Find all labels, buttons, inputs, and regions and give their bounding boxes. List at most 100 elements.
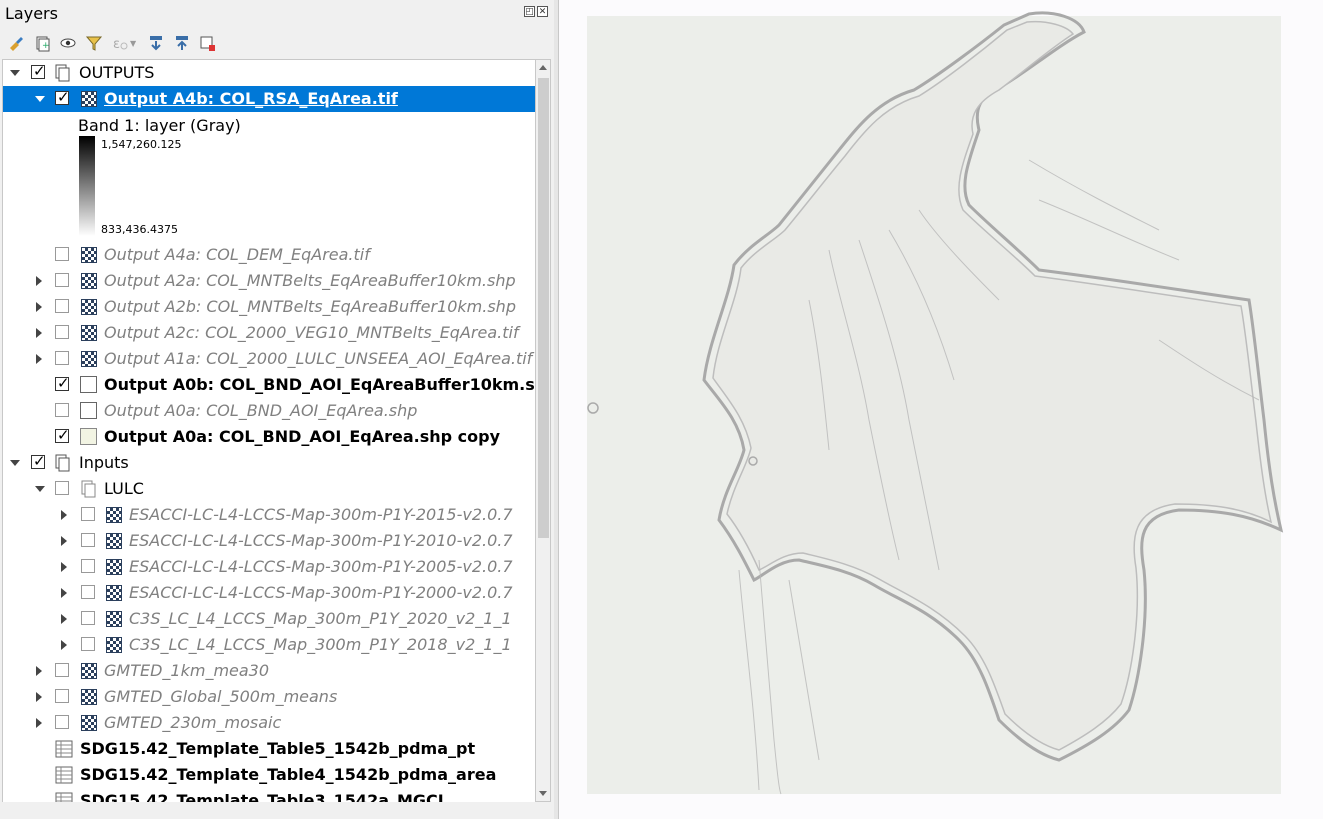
layer-checkbox[interactable] [81,611,95,625]
expand-all-icon[interactable] [146,33,166,53]
group-lulc[interactable]: LULC [3,476,535,502]
scroll-thumb[interactable] [538,78,549,538]
layer-checkbox[interactable] [55,403,69,417]
layer-row[interactable]: Output A2c: COL_2000_VEG10_MNTBelts_EqAr… [3,320,535,346]
layer-checkbox[interactable]: ✓ [55,374,70,392]
group-label: Inputs [79,453,129,472]
layer-checkbox[interactable] [55,325,69,339]
layer-checkbox[interactable] [81,585,95,599]
layer-checkbox[interactable] [55,481,69,495]
layer-label: Output A2b: COL_MNTBelts_EqAreaBuffer10k… [104,297,516,316]
layer-label: GMTED_Global_500m_means [104,687,338,706]
eye-icon[interactable] [58,33,78,53]
layer-row[interactable]: ESACCI-LC-L4-LCCS-Map-300m-P1Y-2015-v2.0… [3,502,535,528]
collapse-arrow-icon[interactable] [35,96,45,102]
add-group-icon[interactable]: + [32,33,52,53]
layer-checkbox[interactable]: ✓ [55,88,70,106]
remove-layer-icon[interactable] [198,33,218,53]
scroll-up-icon[interactable] [539,65,547,70]
layer-row[interactable]: GMTED_Global_500m_means [3,684,535,710]
filter-icon[interactable] [84,33,104,53]
expand-arrow-icon[interactable] [61,536,67,546]
expand-arrow-icon[interactable] [61,562,67,572]
map-rendering [587,11,1284,795]
layer-row[interactable]: C3S_LC_L4_LCCS_Map_300m_P1Y_2020_v2_1_1 [3,606,535,632]
collapse-arrow-icon[interactable] [35,486,45,492]
expand-arrow-icon[interactable] [36,718,42,728]
expand-arrow-icon[interactable] [36,302,42,312]
layer-row[interactable]: ESACCI-LC-L4-LCCS-Map-300m-P1Y-2000-v2.0… [3,580,535,606]
layer-checkbox[interactable]: ✓ [55,426,70,444]
raster-layer-icon [106,611,122,627]
layer-row[interactable]: C3S_LC_L4_LCCS_Map_300m_P1Y_2018_v2_1_1 [3,632,535,658]
collapse-arrow-icon[interactable] [10,70,20,76]
layer-checkbox[interactable]: ✓ [31,452,46,470]
chevron-down-icon[interactable]: ▼ [130,39,140,48]
expand-arrow-icon[interactable] [61,640,67,650]
layer-checkbox[interactable] [55,273,69,287]
layer-checkbox[interactable] [81,533,95,547]
group-outputs[interactable]: ✓ OUTPUTS [3,60,535,86]
layer-row[interactable]: GMTED_1km_mea30 [3,658,535,684]
scroll-down-icon[interactable] [539,791,547,796]
expand-arrow-icon[interactable] [36,276,42,286]
layer-row[interactable]: ESACCI-LC-L4-LCCS-Map-300m-P1Y-2005-v2.0… [3,554,535,580]
expand-arrow-icon[interactable] [36,692,42,702]
table-icon [55,740,73,758]
expand-arrow-icon[interactable] [36,354,42,364]
vertical-scrollbar[interactable] [535,59,551,802]
collapse-arrow-icon[interactable] [10,460,20,466]
layer-checkbox[interactable] [81,559,95,573]
expand-arrow-icon[interactable] [36,666,42,676]
layer-checkbox[interactable] [55,689,69,703]
float-icon[interactable]: ◰ [524,6,535,17]
layer-row[interactable]: GMTED_230m_mosaic [3,710,535,736]
close-icon[interactable]: ✕ [537,6,548,17]
expression-filter-icon[interactable]: ε [110,33,130,53]
layer-row[interactable]: Output A1a: COL_2000_LULC_UNSEEA_AOI_EqA… [3,346,535,372]
layer-row[interactable]: ESACCI-LC-L4-LCCS-Map-300m-P1Y-2010-v2.0… [3,528,535,554]
gray-color-ramp [79,136,95,236]
style-paint-icon[interactable] [6,33,26,53]
table-layer-row[interactable]: SDG15.42_Template_Table4_1542b_pdma_area [3,762,535,788]
expand-arrow-icon[interactable] [61,614,67,624]
vector-layer-icon [81,273,97,289]
expand-arrow-icon[interactable] [36,328,42,338]
layer-checkbox[interactable] [81,637,95,651]
table-layer-row[interactable]: SDG15.42_Template_Table5_1542b_pdma_pt [3,736,535,762]
layer-row[interactable]: Output A2b: COL_MNTBelts_EqAreaBuffer10k… [3,294,535,320]
layer-row[interactable]: Output A4a: COL_DEM_EqArea.tif [3,242,535,268]
layer-checkbox[interactable] [81,507,95,521]
map-canvas[interactable] [558,0,1323,819]
layer-group-icon [55,64,70,82]
svg-text:+: + [42,41,50,51]
layer-checkbox[interactable] [55,247,69,261]
layer-label: ESACCI-LC-L4-LCCS-Map-300m-P1Y-2005-v2.0… [129,557,513,576]
collapse-all-icon[interactable] [172,33,192,53]
polygon-symbol-icon [80,376,97,393]
raster-layer-icon [106,559,122,575]
layer-label: Output A2a: COL_MNTBelts_EqAreaBuffer10k… [104,271,516,290]
layer-checkbox[interactable]: ✓ [31,62,46,80]
vector-layer-icon [81,299,97,315]
layer-label: ESACCI-LC-L4-LCCS-Map-300m-P1Y-2000-v2.0… [129,583,513,602]
layer-checkbox[interactable] [55,299,69,313]
layer-checkbox[interactable] [55,351,69,365]
expand-arrow-icon[interactable] [61,510,67,520]
layer-row-selected[interactable]: ✓ Output A4b: COL_RSA_EqArea.tif [3,86,535,112]
raster-layer-icon [81,247,97,263]
raster-layer-icon [106,637,122,653]
layer-checkbox[interactable] [55,715,69,729]
layer-label: GMTED_230m_mosaic [104,713,282,732]
layer-label: SDG15.42_Template_Table4_1542b_pdma_area [80,765,497,784]
polygon-symbol-icon [80,402,97,419]
layer-row[interactable]: Output A2a: COL_MNTBelts_EqAreaBuffer10k… [3,268,535,294]
layer-row[interactable]: ✓ Output A0b: COL_BND_AOI_EqAreaBuffer10… [3,372,535,398]
layer-label: Output A0a: COL_BND_AOI_EqArea.shp [104,401,418,420]
expand-arrow-icon[interactable] [61,588,67,598]
group-inputs[interactable]: ✓ Inputs [3,450,535,476]
layer-row[interactable]: Output A0a: COL_BND_AOI_EqArea.shp [3,398,535,424]
layer-row[interactable]: ✓ Output A0a: COL_BND_AOI_EqArea.shp cop… [3,424,535,450]
layers-toolbar: + ε ▼ [6,32,218,54]
layer-checkbox[interactable] [55,663,69,677]
